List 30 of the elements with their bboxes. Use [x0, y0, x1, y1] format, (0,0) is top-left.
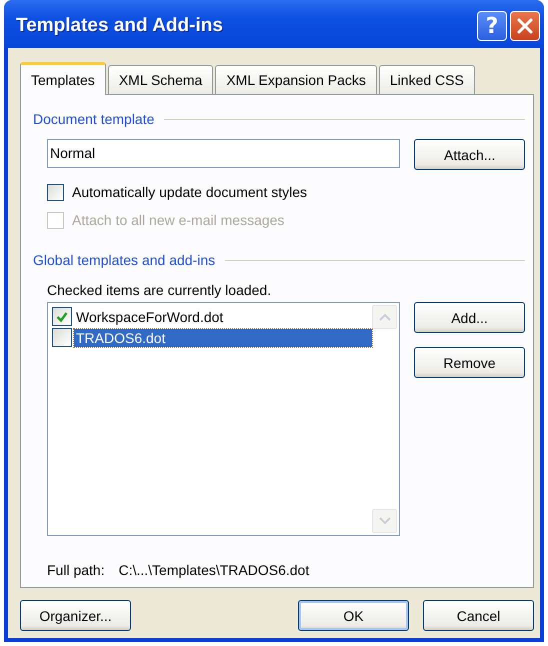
path-value: C:\...\Templates\TRADOS6.dot [118, 562, 310, 578]
tab[interactable]: XML Schema [108, 65, 214, 94]
list-button[interactable]: Remove [414, 347, 525, 378]
help-button[interactable]: ? [477, 11, 507, 41]
dialog-button[interactable]: OK [298, 600, 409, 631]
checkbox[interactable] [52, 328, 72, 347]
checkbox-label: Automatically update document styles [72, 184, 308, 200]
dialog-button[interactable]: Organizer... [20, 600, 131, 631]
tab[interactable]: XML Expansion Packs [215, 65, 377, 94]
tab[interactable]: Linked CSS [378, 65, 475, 94]
list-item[interactable]: TRADOS6.dot [74, 328, 372, 346]
window-title: Templates and Add-ins [16, 15, 223, 37]
check-icon [55, 310, 69, 324]
path-label: Full path: [47, 562, 105, 578]
tab[interactable]: Templates [20, 62, 106, 95]
dialog-button[interactable]: Cancel [423, 600, 534, 631]
section-heading: Document template [33, 111, 154, 127]
attach-button[interactable]: Attach... [414, 139, 525, 170]
caret-up-icon [378, 313, 390, 321]
hint-text: Checked items are currently loaded. [47, 282, 272, 298]
section-heading: Global templates and add-ins [33, 252, 216, 268]
close-button[interactable] [510, 11, 540, 41]
list-button[interactable]: Add... [414, 302, 525, 333]
checkbox[interactable] [52, 307, 72, 326]
checkbox[interactable] [47, 184, 64, 200]
template-field[interactable]: Normal [47, 139, 400, 168]
list-item[interactable]: WorkspaceForWord.dot [74, 308, 372, 326]
checkbox-label: Attach to all new e-mail messages [72, 212, 284, 228]
caret-down-icon [378, 517, 390, 525]
close-icon [516, 17, 534, 35]
